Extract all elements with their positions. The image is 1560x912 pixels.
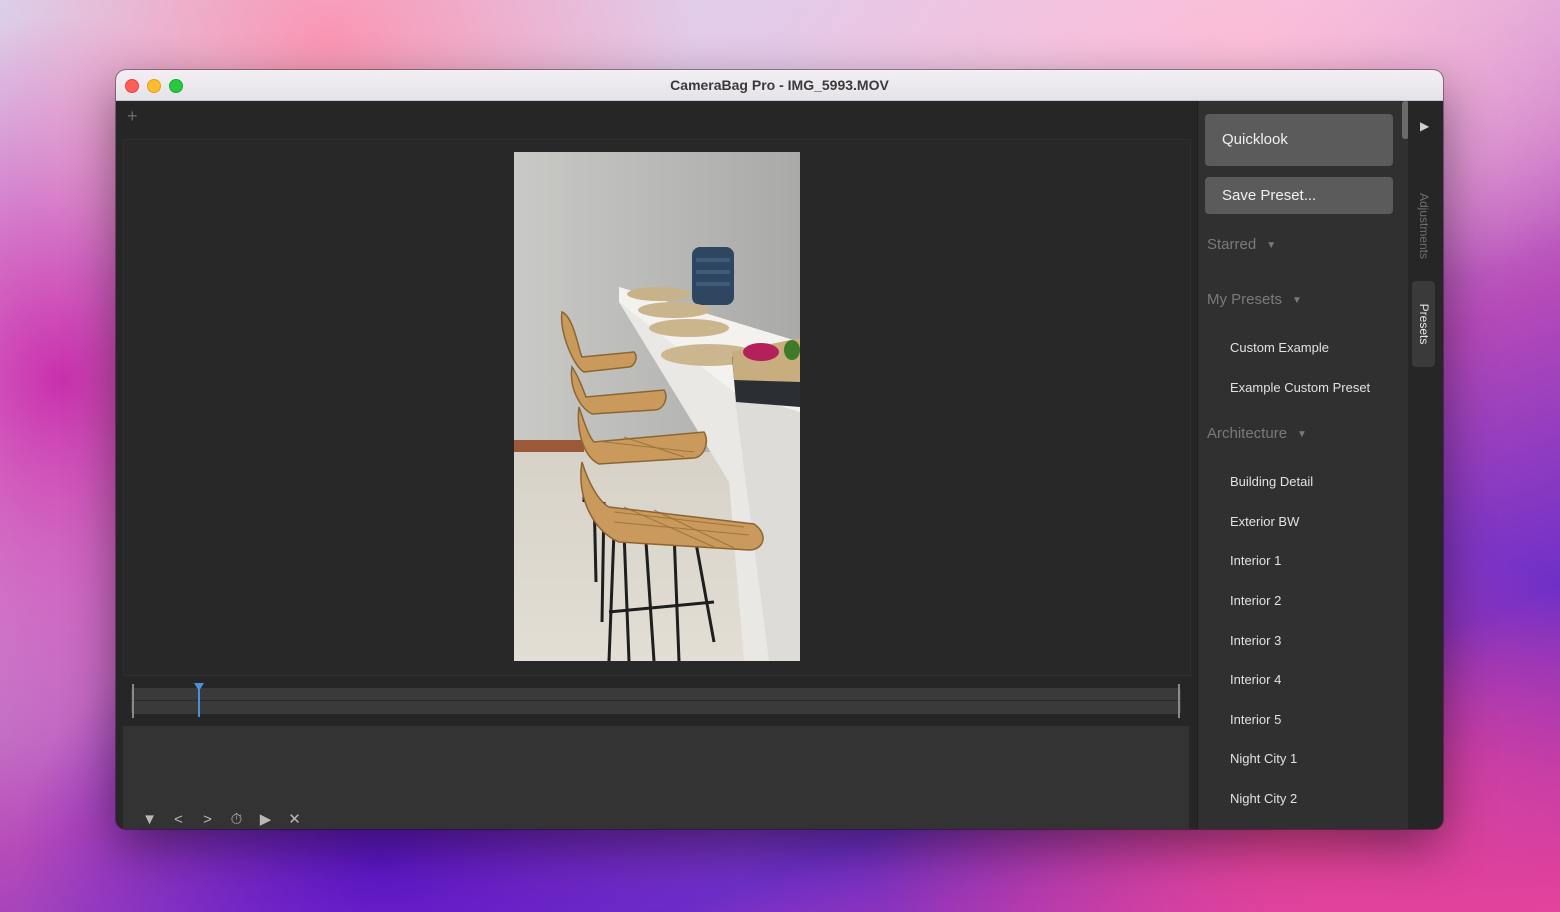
video-preview	[514, 152, 800, 661]
preset-item[interactable]: Exterior BW	[1230, 514, 1299, 529]
layers-panel: ▼ < > ⏱ ▶ ✕	[123, 726, 1189, 829]
timeline-track[interactable]	[131, 688, 1181, 714]
preset-item[interactable]: Interior 2	[1230, 593, 1281, 608]
quicklook-button[interactable]: Quicklook	[1205, 114, 1393, 166]
next-frame-icon[interactable]: >	[193, 810, 222, 829]
save-preset-button[interactable]: Save Preset...	[1205, 177, 1393, 214]
play-icon[interactable]: ▶	[251, 810, 280, 829]
timeline[interactable]	[123, 681, 1189, 718]
trim-end-handle[interactable]	[1178, 684, 1180, 718]
previous-frame-icon[interactable]: <	[164, 810, 193, 829]
play-arrow-icon[interactable]: ▶	[1420, 119, 1429, 133]
preset-item[interactable]: Interior 1	[1230, 553, 1281, 568]
timer-icon[interactable]: ⏱	[222, 810, 251, 829]
chevron-down-icon: ▼	[1297, 428, 1307, 440]
tab-presets-label: Presets	[1416, 303, 1431, 345]
presets-sidebar: Quicklook Save Preset... Starred ▼ My Pre…	[1197, 101, 1409, 829]
preset-item[interactable]: Example Custom Preset	[1230, 380, 1370, 395]
close-icon[interactable]: ✕	[280, 810, 309, 829]
image-viewer	[123, 139, 1191, 676]
preset-item[interactable]: Night City 2	[1230, 791, 1297, 806]
playhead-marker-icon[interactable]	[194, 683, 204, 691]
preset-item[interactable]: Interior 3	[1230, 633, 1281, 648]
timeline-center-line	[131, 700, 1181, 701]
section-architecture-label: Architecture	[1207, 425, 1288, 442]
section-starred-label: Starred	[1207, 236, 1257, 253]
section-starred[interactable]: Starred ▼	[1207, 236, 1276, 253]
editor-area: + ▼ < > ⏱ ▶ ✕	[116, 101, 1194, 829]
preset-item[interactable]: Night City 1	[1230, 751, 1297, 766]
side-tab-strip: ▶ Adjustments Presets	[1408, 101, 1443, 829]
window-title: CameraBag Pro - IMG_5993.MOV	[670, 77, 889, 93]
chevron-down-icon: ▼	[1266, 239, 1277, 251]
section-my-presets-label: My Presets	[1207, 291, 1283, 308]
tab-adjustments[interactable]: Adjustments	[1412, 176, 1435, 276]
trim-start-handle[interactable]	[132, 684, 134, 718]
preset-item[interactable]: Custom Example	[1230, 340, 1329, 355]
chevron-down-icon: ▼	[1292, 294, 1302, 306]
tab-presets[interactable]: Presets	[1412, 281, 1435, 367]
preset-item[interactable]: Building Detail	[1230, 474, 1313, 489]
section-architecture[interactable]: Architecture ▼	[1207, 425, 1307, 442]
preset-item[interactable]: Interior 5	[1230, 712, 1281, 727]
app-window: CameraBag Pro - IMG_5993.MOV + ▼ < > ⏱ ▶…	[116, 70, 1443, 829]
collapse-icon[interactable]: ▼	[135, 810, 164, 829]
add-icon[interactable]: +	[127, 106, 138, 126]
tab-adjustments-label: Adjustments	[1416, 192, 1431, 260]
playback-controls: ▼ < > ⏱ ▶ ✕	[135, 810, 309, 829]
preset-item[interactable]: Interior 4	[1230, 672, 1281, 687]
title-bar: CameraBag Pro - IMG_5993.MOV	[116, 70, 1443, 101]
section-my-presets[interactable]: My Presets ▼	[1207, 291, 1302, 308]
